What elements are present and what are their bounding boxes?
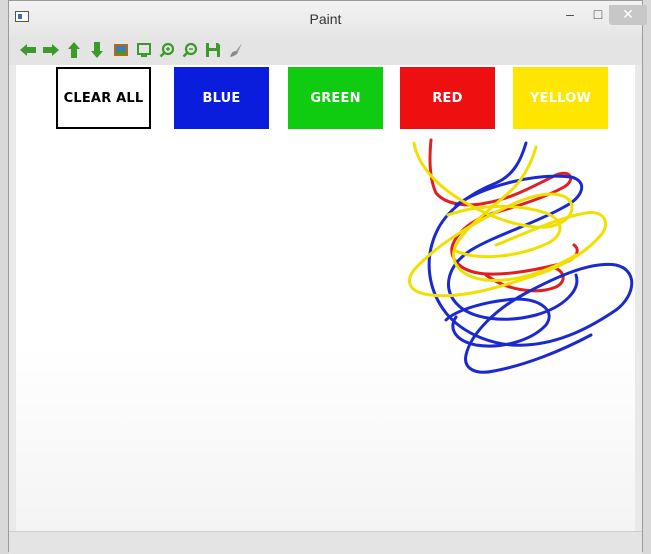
status-bar [9, 531, 642, 554]
drawing-canvas[interactable]: CLEAR ALL BLUE GREEN RED YELLOW [16, 65, 635, 531]
drawing-scribbles [408, 138, 634, 374]
maximize-button[interactable]: □ [585, 5, 611, 25]
left-arrow-icon[interactable] [19, 41, 37, 59]
up-arrow-icon[interactable] [65, 41, 83, 59]
zoom-in-icon[interactable] [158, 41, 176, 59]
toolbar [9, 37, 642, 65]
blue-stroke-3 [444, 297, 551, 348]
paint-window: Paint – □ ✕ CLEAR ALL BLUE GREEN RED YEL… [8, 0, 647, 554]
crop-icon[interactable] [135, 41, 153, 59]
title-bar[interactable]: Paint – □ ✕ [9, 1, 647, 37]
right-arrow-icon[interactable] [42, 41, 60, 59]
down-arrow-icon[interactable] [88, 41, 106, 59]
window-title: Paint [309, 11, 342, 27]
minimize-button[interactable]: – [557, 5, 583, 25]
brush-icon[interactable] [227, 41, 245, 59]
zoom-out-icon[interactable] [181, 41, 199, 59]
save-icon[interactable] [204, 41, 222, 59]
close-button[interactable]: ✕ [609, 5, 647, 25]
image-icon[interactable] [112, 41, 130, 59]
